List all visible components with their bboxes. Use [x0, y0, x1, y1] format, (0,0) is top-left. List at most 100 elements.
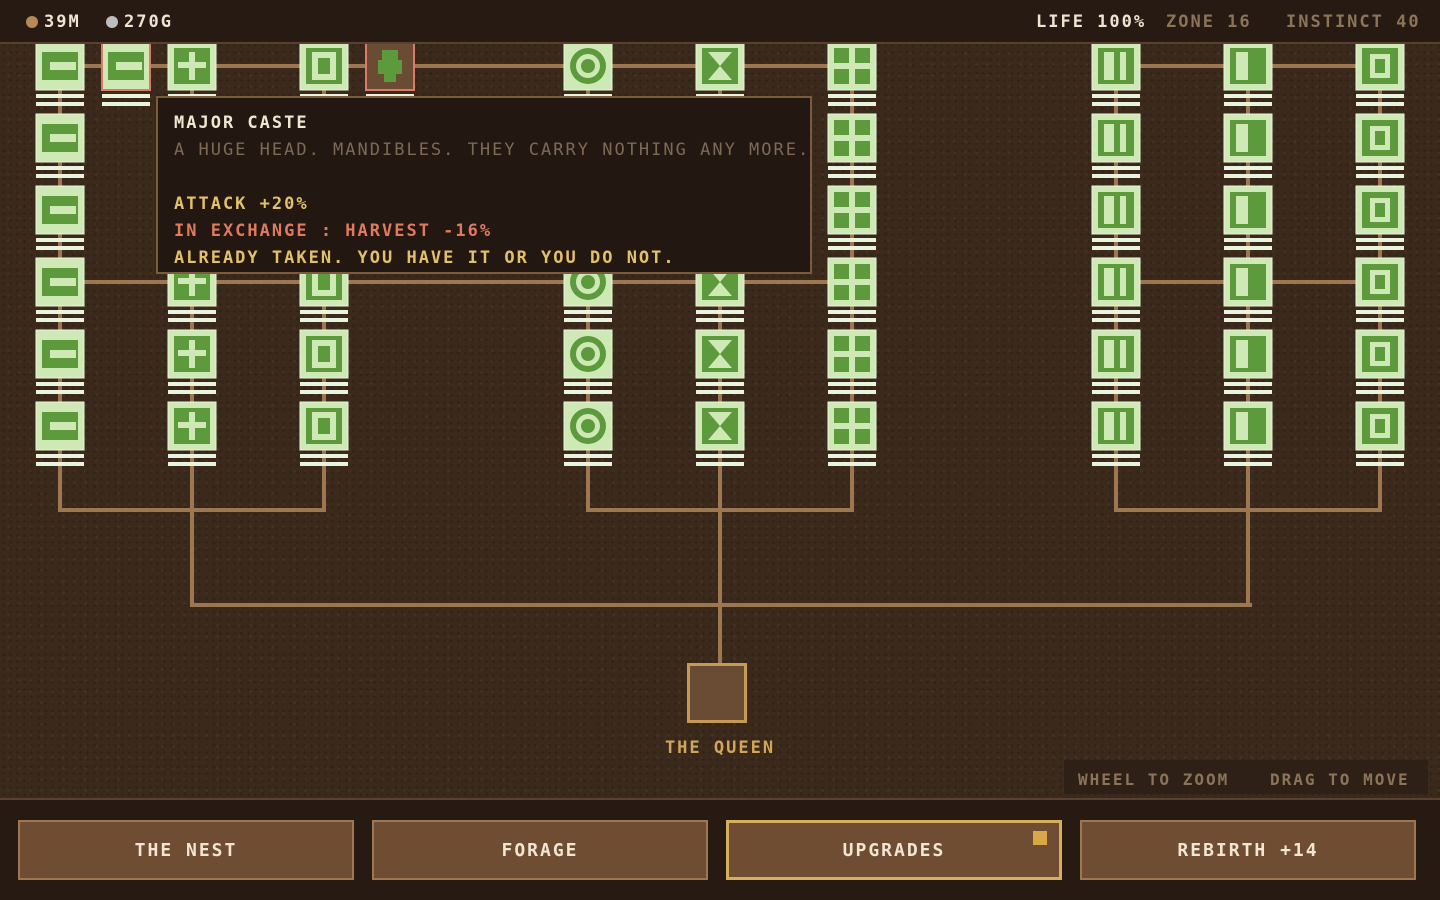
level-bar: [828, 382, 876, 386]
grid-icon: [834, 120, 870, 156]
level-bar: [1224, 174, 1272, 178]
level-bar: [1356, 318, 1404, 322]
stone-resource: 270G: [106, 12, 173, 32]
frame-icon: [1362, 48, 1398, 84]
level-bar: [1356, 310, 1404, 314]
ring-icon: [570, 336, 606, 372]
level-bar: [828, 310, 876, 314]
level-bar: [36, 310, 84, 314]
head-icon: [42, 412, 78, 440]
level-bar: [564, 382, 612, 386]
forage-button[interactable]: FORAGE: [372, 820, 708, 880]
gate-icon: [1098, 264, 1134, 300]
head-icon: [42, 268, 78, 296]
level-bar: [1092, 102, 1140, 106]
tooltip-penalty: IN EXCHANGE : HARVEST -16%: [174, 221, 493, 241]
level-bar: [1356, 390, 1404, 394]
cross-icon: [174, 408, 210, 444]
level-bar: [300, 462, 348, 466]
level-bar: [1224, 238, 1272, 242]
upgrades-button[interactable]: UPGRADES: [726, 820, 1062, 880]
level-bar: [300, 382, 348, 386]
nest-button[interactable]: THE NEST: [18, 820, 354, 880]
copper-resource: 39M: [26, 12, 81, 32]
zone-stat: ZONE 16: [1166, 12, 1252, 32]
grid-icon: [834, 336, 870, 372]
level-bar: [1356, 102, 1404, 106]
head-icon: [42, 340, 78, 368]
frame-icon: [1362, 120, 1398, 156]
bottom-nav: THE NEST FORAGE UPGRADES REBIRTH +14: [0, 798, 1440, 900]
level-bar: [828, 174, 876, 178]
grid-icon: [834, 408, 870, 444]
level-bar: [300, 310, 348, 314]
level-bar: [1092, 174, 1140, 178]
level-bar: [36, 454, 84, 458]
level-bar: [696, 310, 744, 314]
game-screen: 39M 270G LIFE 100% ZONE 16 INSTINCT 40 M…: [0, 0, 1440, 900]
queen-node[interactable]: [687, 663, 747, 723]
ring-icon: [570, 408, 606, 444]
life-stat: LIFE 100%: [1036, 12, 1147, 32]
level-bar: [1092, 310, 1140, 314]
level-bar: [1092, 238, 1140, 242]
level-bar: [1356, 382, 1404, 386]
level-bar: [564, 454, 612, 458]
frame-icon: [1362, 336, 1398, 372]
level-bar: [564, 462, 612, 466]
block-icon: [1230, 336, 1266, 372]
level-bar: [1092, 390, 1140, 394]
level-bar: [300, 390, 348, 394]
head-icon: [108, 52, 144, 80]
frame-icon: [1362, 408, 1398, 444]
level-bar: [1224, 310, 1272, 314]
gate-icon: [1098, 120, 1134, 156]
grid-icon: [834, 264, 870, 300]
level-bar: [828, 102, 876, 106]
tooltip-description: A HUGE HEAD. MANDIBLES. THEY CARRY NOTHI…: [174, 140, 811, 160]
shell-icon: [306, 408, 342, 444]
level-bar: [102, 94, 150, 98]
level-bar: [564, 390, 612, 394]
copper-amount: 39M: [44, 12, 81, 32]
level-bar: [696, 318, 744, 322]
block-icon: [1230, 264, 1266, 300]
top-bar: 39M 270G LIFE 100% ZONE 16 INSTINCT 40: [0, 0, 1440, 44]
level-bar: [168, 390, 216, 394]
level-bar: [300, 454, 348, 458]
level-bar: [828, 238, 876, 242]
level-bar: [1224, 318, 1272, 322]
level-bar: [1356, 174, 1404, 178]
cross-icon: [174, 48, 210, 84]
tooltip-note: ALREADY TAKEN. YOU HAVE IT OR YOU DO NOT…: [174, 248, 676, 268]
level-bar: [36, 462, 84, 466]
level-bar: [1224, 94, 1272, 98]
level-bar: [828, 94, 876, 98]
block-icon: [1230, 48, 1266, 84]
gate-icon: [1098, 408, 1134, 444]
level-bar: [36, 390, 84, 394]
level-bar: [36, 94, 84, 98]
level-bar: [102, 102, 150, 106]
controls-hint: WHEEL TO ZOOM DRAG TO MOVE: [1064, 760, 1428, 794]
level-bar: [696, 462, 744, 466]
rebirth-button[interactable]: REBIRTH +14: [1080, 820, 1416, 880]
level-bar: [696, 454, 744, 458]
level-bar: [1356, 238, 1404, 242]
level-bar: [1092, 454, 1140, 458]
level-bar: [1092, 94, 1140, 98]
grid-icon: [834, 192, 870, 228]
level-bar: [168, 318, 216, 322]
tooltip-title: MAJOR CASTE: [174, 113, 309, 133]
stone-icon: [106, 16, 118, 28]
shell-icon: [306, 336, 342, 372]
head-icon: [42, 52, 78, 80]
level-bar: [1356, 462, 1404, 466]
level-bar: [828, 318, 876, 322]
level-bar: [1356, 166, 1404, 170]
level-bar: [696, 382, 744, 386]
upgrade-tooltip: MAJOR CASTE A HUGE HEAD. MANDIBLES. THEY…: [156, 96, 812, 274]
tooltip-spacer: [174, 164, 794, 191]
level-bar: [168, 310, 216, 314]
level-bar: [1092, 246, 1140, 250]
